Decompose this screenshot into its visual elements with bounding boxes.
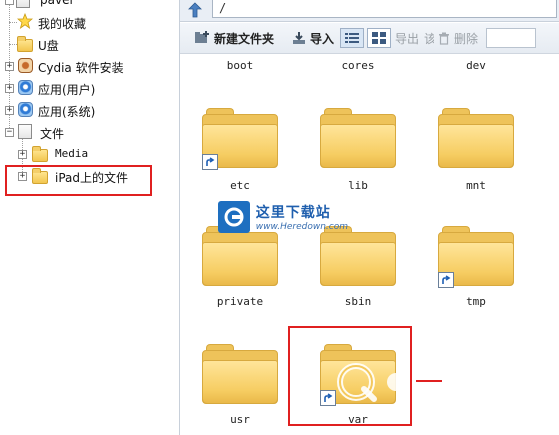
delete-label: 删除	[454, 31, 479, 46]
export-label: 导出	[395, 31, 420, 46]
folder-icon	[320, 108, 396, 168]
search-input[interactable]	[486, 28, 537, 48]
tree-item-label: 文件	[40, 127, 65, 141]
highlight-box	[288, 326, 412, 426]
star-icon	[16, 12, 34, 29]
tree-item-media[interactable]: + Media	[0, 143, 179, 165]
tree-item-label: U盘	[38, 39, 59, 53]
file-name-sbin: sbin	[344, 295, 372, 308]
watermark-title: 这里下载站	[255, 205, 331, 221]
folder-icon	[32, 146, 48, 165]
new-folder-button[interactable]: 新建文件夹	[194, 30, 274, 47]
folder-item-sbin[interactable]: sbin	[308, 226, 408, 311]
collapse-icon[interactable]: −	[5, 128, 14, 137]
folder-tree-panel: − pavel 我的收藏 U盘 + Cydia 软件安装 + 应用(用户) + …	[0, 0, 180, 435]
file-name-dev[interactable]: dev	[426, 59, 526, 72]
folder-item-usr[interactable]: usr	[190, 344, 290, 429]
tree-item-label: 应用(用户)	[38, 83, 96, 97]
expand-icon[interactable]: +	[18, 150, 27, 159]
folder-icon	[202, 226, 278, 286]
address-bar: /	[180, 0, 559, 22]
tree-item-label: 我的收藏	[38, 17, 87, 31]
file-name-private: private	[216, 295, 264, 308]
new-folder-icon	[195, 31, 209, 43]
tree-item-label: Media	[55, 147, 89, 160]
shortcut-arrow-icon	[438, 272, 454, 288]
partial-button[interactable]: 该	[424, 30, 434, 47]
tree-item-cydia[interactable]: + Cydia 软件安装	[0, 55, 179, 77]
highlight-box	[5, 165, 152, 196]
folder-item-mnt[interactable]: mnt	[426, 108, 526, 193]
folder-item-private[interactable]: private	[190, 226, 290, 311]
document-icon	[18, 124, 32, 139]
list-view-icon	[345, 33, 360, 43]
cydia-icon	[18, 58, 33, 73]
import-button[interactable]: 导入	[292, 30, 334, 47]
arrow-up-icon	[188, 2, 202, 18]
tree-item-favorites[interactable]: 我的收藏	[0, 11, 179, 33]
trash-icon	[439, 32, 450, 45]
new-folder-label: 新建文件夹	[214, 31, 275, 46]
watermark: 这里下载站 www.Heredown.com	[218, 199, 348, 235]
path-input[interactable]: /	[212, 0, 557, 18]
shortcut-arrow-icon	[202, 154, 218, 170]
watermark-url: www.Heredown.com	[255, 222, 348, 232]
tree-item-system-apps[interactable]: + 应用(系统)	[0, 99, 179, 121]
file-name-mnt: mnt	[466, 179, 486, 192]
delete-button[interactable]: 删除	[438, 30, 478, 47]
toolbar: 新建文件夹 导入 导出 该 删除	[180, 23, 559, 54]
folder-icon	[17, 36, 33, 55]
pointer-line	[416, 380, 442, 382]
tree-item-label: Cydia 软件安装	[38, 61, 124, 75]
file-name-usr: usr	[230, 413, 250, 426]
grid-view-icon	[372, 32, 387, 44]
collapse-icon[interactable]: −	[5, 0, 14, 5]
file-name-cores[interactable]: cores	[308, 59, 408, 72]
device-icon	[16, 0, 30, 8]
file-name-boot[interactable]: boot	[190, 59, 290, 72]
app-icon	[18, 80, 33, 95]
partial-label: 该	[424, 31, 435, 46]
expand-icon[interactable]: +	[5, 84, 14, 93]
folder-item-lib[interactable]: lib	[308, 108, 408, 193]
list-view-button[interactable]	[340, 28, 365, 48]
tree-item-user-apps[interactable]: + 应用(用户)	[0, 77, 179, 99]
tree-item-files[interactable]: − 文件	[0, 121, 179, 143]
file-name-lib: lib	[348, 179, 368, 192]
up-directory-button[interactable]	[184, 0, 206, 20]
file-name-tmp: tmp	[466, 295, 486, 308]
expand-icon[interactable]: +	[5, 62, 14, 71]
expand-icon[interactable]: +	[5, 106, 14, 115]
app-icon	[18, 102, 33, 117]
import-icon	[293, 32, 306, 44]
folder-icon	[320, 226, 396, 286]
watermark-logo-icon	[218, 201, 250, 233]
icon-view-button[interactable]	[367, 28, 392, 48]
folder-icon	[438, 108, 514, 168]
file-name-etc: etc	[230, 179, 250, 192]
folder-item-tmp[interactable]: tmp	[426, 226, 526, 311]
tree-item-label: pavel	[40, 0, 73, 7]
tree-item-usb[interactable]: U盘	[0, 33, 179, 55]
folder-item-etc[interactable]: etc	[190, 108, 290, 193]
import-label: 导入	[310, 31, 335, 46]
folder-icon	[202, 344, 278, 404]
tree-item-label: 应用(系统)	[38, 105, 96, 119]
export-button[interactable]: 导出	[395, 30, 419, 47]
